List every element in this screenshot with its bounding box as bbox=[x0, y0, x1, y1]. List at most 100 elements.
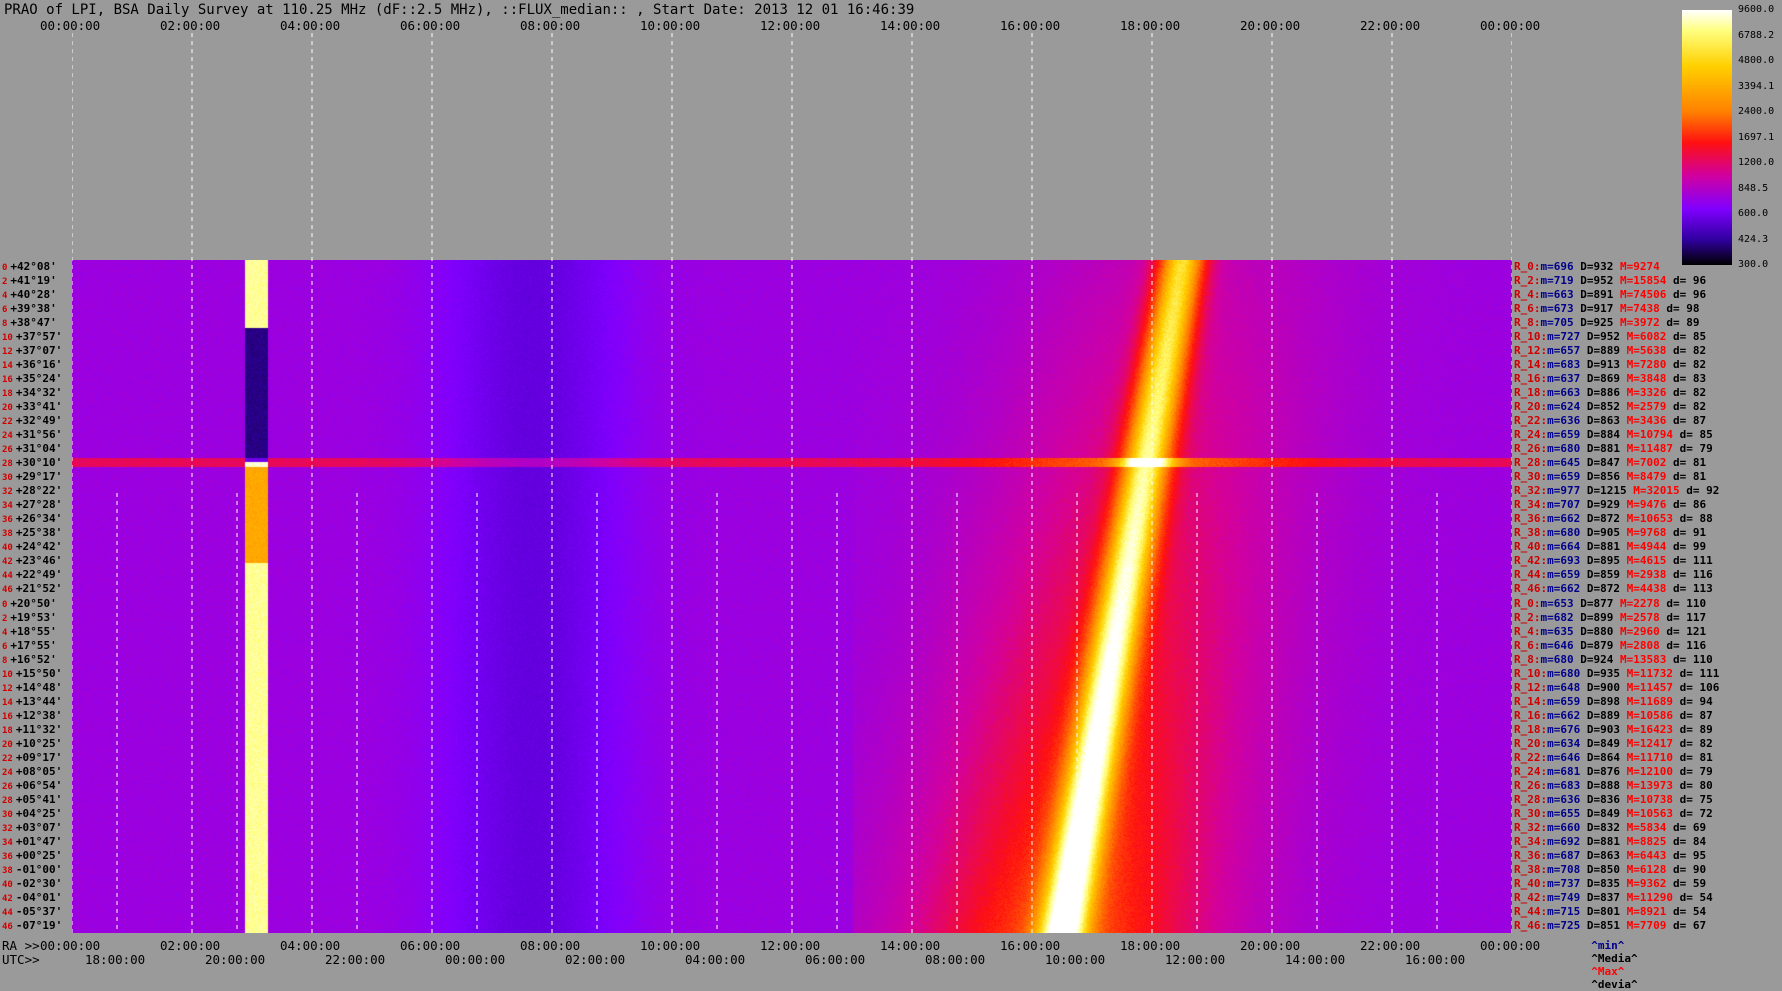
row-index: 30 bbox=[2, 809, 13, 820]
row-index: 32 bbox=[2, 823, 13, 834]
row-stat: R_36:m=662 D=872 M=10653 d= 88 bbox=[1514, 512, 1713, 525]
stat-mn: m=680 bbox=[1547, 666, 1587, 680]
row-stat: R_30:m=655 D=849 M=10563 d= 72 bbox=[1514, 807, 1713, 820]
stat-r: R_46: bbox=[1514, 918, 1548, 932]
stat-dv: d= 79 bbox=[1672, 442, 1713, 456]
stat-r: R_18: bbox=[1514, 722, 1548, 736]
row-stat: R_4:m=635 D=880 M=2960 d= 121 bbox=[1514, 625, 1706, 638]
stat-r: R_34: bbox=[1514, 834, 1548, 848]
stat-r: R_0: bbox=[1514, 596, 1541, 610]
utc-tick-label: 08:00:00 bbox=[925, 952, 986, 967]
declination-value: +10°25' bbox=[15, 736, 63, 750]
stat-mn: m=680 bbox=[1547, 526, 1587, 540]
stat-md: D=886 bbox=[1586, 386, 1627, 400]
stat-dv: d= 113 bbox=[1666, 582, 1713, 596]
stat-md: D=872 bbox=[1586, 582, 1627, 596]
colorbar-tick-label: 1697.1 bbox=[1738, 131, 1775, 143]
row-index: 42 bbox=[2, 557, 13, 568]
stat-mn: m=727 bbox=[1547, 330, 1587, 344]
stat-mx: M=2579 bbox=[1626, 400, 1667, 414]
stat-dv: d= 81 bbox=[1672, 750, 1713, 764]
legend-max: ^Max^ bbox=[1591, 965, 1625, 978]
declination-label: 8 +38°47' bbox=[2, 316, 57, 329]
utc-tick-label: 02:00:00 bbox=[565, 952, 626, 967]
declination-label: 10 +15°50' bbox=[2, 667, 62, 680]
stat-r: R_10: bbox=[1514, 666, 1548, 680]
declination-value: +34°32' bbox=[15, 386, 63, 400]
stat-dv: d= 82 bbox=[1666, 358, 1707, 372]
row-index: 44 bbox=[2, 907, 13, 918]
declination-value: +22°49' bbox=[15, 568, 63, 582]
stat-mn: m=682 bbox=[1540, 610, 1581, 624]
declination-label: 24 +31°56' bbox=[2, 428, 62, 441]
row-index: 24 bbox=[2, 767, 13, 778]
stat-dv: d= 82 bbox=[1672, 736, 1713, 750]
declination-value: +16°52' bbox=[10, 652, 57, 666]
colorbar-tick-label: 3394.1 bbox=[1738, 80, 1775, 92]
stat-dv: d= 85 bbox=[1672, 428, 1713, 442]
stat-mn: m=676 bbox=[1547, 722, 1587, 736]
row-index: 14 bbox=[2, 697, 13, 708]
declination-label: 16 +35°24' bbox=[2, 372, 62, 385]
row-index: 12 bbox=[2, 683, 13, 694]
stat-mn: m=624 bbox=[1547, 400, 1587, 414]
row-index: 6 bbox=[2, 641, 8, 652]
utc-tick-label: 04:00:00 bbox=[685, 952, 746, 967]
row-index: 4 bbox=[2, 291, 8, 302]
stat-mn: m=645 bbox=[1547, 456, 1587, 470]
stat-r: R_36: bbox=[1514, 848, 1548, 862]
stat-md: D=913 bbox=[1586, 358, 1627, 372]
time-gridlines bbox=[72, 33, 1512, 933]
row-index: 2 bbox=[2, 613, 8, 624]
stat-dv: d= 89 bbox=[1659, 316, 1700, 330]
stat-mx: M=6128 bbox=[1626, 862, 1667, 876]
row-statistics: R_0:m=696 D=932 M=9274 R_2:m=719 D=952 M=… bbox=[1514, 260, 1744, 933]
stat-md: D=935 bbox=[1586, 666, 1627, 680]
declination-label: 8 +16°52' bbox=[2, 653, 57, 666]
declination-label: 40 +24°42' bbox=[2, 540, 62, 553]
declination-value: +24°42' bbox=[15, 540, 63, 554]
declination-value: +06°54' bbox=[15, 778, 63, 792]
row-index: 8 bbox=[2, 319, 8, 330]
declination-label: 12 +37°07' bbox=[2, 344, 62, 357]
stat-md: D=849 bbox=[1586, 736, 1627, 750]
top-tick-label: 16:00:00 bbox=[1000, 18, 1061, 33]
declination-value: +26°34' bbox=[15, 512, 63, 526]
stat-md: D=880 bbox=[1580, 624, 1620, 638]
utc-tick-label: 22:00:00 bbox=[325, 952, 386, 967]
stat-mx: M=11732 bbox=[1626, 666, 1673, 680]
declination-value: +25°38' bbox=[15, 526, 63, 540]
declination-value: +15°50' bbox=[15, 666, 63, 680]
stat-r: R_6: bbox=[1514, 302, 1541, 316]
row-stat: R_28:m=636 D=836 M=10738 d= 75 bbox=[1514, 793, 1713, 806]
row-index: 38 bbox=[2, 865, 13, 876]
stat-mx: M=9362 bbox=[1626, 876, 1667, 890]
declination-value: -07°19' bbox=[15, 918, 63, 932]
stat-dv: d= 90 bbox=[1666, 862, 1707, 876]
declination-label: 46 -07°19' bbox=[2, 919, 62, 932]
row-stat: R_10:m=727 D=952 M=6082 d= 85 bbox=[1514, 330, 1706, 343]
row-index: 44 bbox=[2, 571, 13, 582]
declination-value: +17°55' bbox=[10, 638, 57, 652]
ra-tick-label: 18:00:00 bbox=[1120, 938, 1181, 953]
colorbar-tick-label: 4800.0 bbox=[1738, 55, 1775, 66]
stat-r: R_26: bbox=[1514, 778, 1548, 792]
declination-value: +27°28' bbox=[15, 498, 63, 512]
ra-tick-label: 12:00:00 bbox=[760, 938, 821, 953]
stat-r: R_40: bbox=[1514, 876, 1548, 890]
stat-dv: d= 106 bbox=[1672, 680, 1720, 694]
stat-r: R_20: bbox=[1514, 400, 1548, 414]
declination-label: 24 +08°05' bbox=[2, 765, 62, 778]
row-stat: R_44:m=715 D=801 M=8921 d= 54 bbox=[1514, 905, 1706, 918]
stat-mn: m=655 bbox=[1547, 806, 1587, 820]
row-stat: R_14:m=659 D=898 M=11689 d= 94 bbox=[1514, 695, 1713, 708]
stat-mx: M=2578 bbox=[1620, 610, 1660, 624]
top-tick-label: 02:00:00 bbox=[160, 18, 221, 33]
stat-mn: m=659 bbox=[1547, 470, 1587, 484]
declination-value: +30°10' bbox=[15, 456, 63, 470]
colorbar-tick-label: 424.3 bbox=[1738, 233, 1769, 245]
declination-value: +21°52' bbox=[15, 582, 63, 596]
legend-deviation: ^devia^ bbox=[1591, 978, 1638, 991]
stat-r: R_40: bbox=[1514, 540, 1548, 554]
stat-r: R_20: bbox=[1514, 736, 1548, 750]
